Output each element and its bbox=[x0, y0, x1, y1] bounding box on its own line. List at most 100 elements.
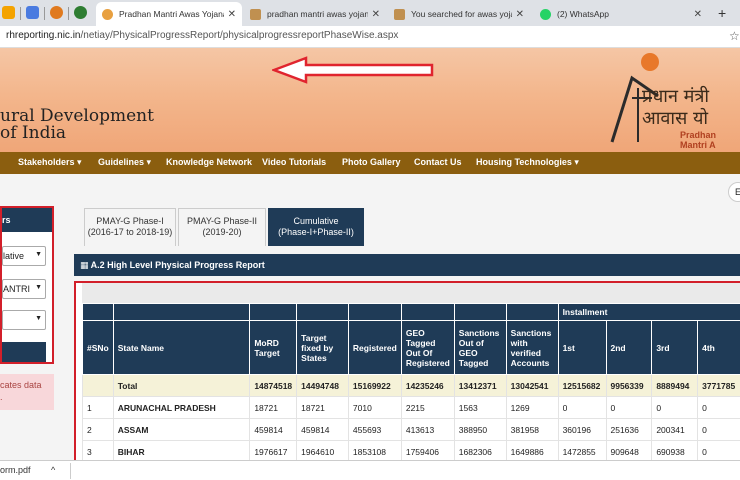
report-title-bar: ▦ A.2 High Level Physical Progress Repor… bbox=[74, 254, 740, 276]
header-mord-target: MoRD Target bbox=[249, 320, 298, 375]
cell-state: Total bbox=[112, 374, 251, 397]
cell-value: 18721 bbox=[249, 396, 298, 419]
chevron-down-icon: ▼ bbox=[35, 315, 42, 322]
cell-value: 3771785 bbox=[697, 374, 740, 397]
header-blank bbox=[112, 303, 251, 321]
header-blank bbox=[249, 303, 298, 321]
cell-value: 2215 bbox=[400, 396, 455, 419]
filter-panel: rs lative ▼ ANTRI ▼ ▼ bbox=[0, 206, 54, 364]
site-favicon-icon bbox=[394, 8, 405, 20]
tab-phase-1-line-1: PMAY-G Phase-I bbox=[96, 216, 164, 226]
cell-value: 18721 bbox=[296, 396, 349, 419]
nav-video-tutorials[interactable]: Video Tutorials bbox=[262, 157, 326, 167]
header-registered: Registered bbox=[347, 320, 402, 375]
main-nav: Stakeholders ▾ Guidelines ▾ Knowledge Ne… bbox=[0, 152, 740, 174]
cell-value: 0 bbox=[605, 396, 653, 419]
tab-search-1[interactable]: pradhan mantri awas yojana ✕ bbox=[244, 2, 386, 26]
tab-pmay[interactable]: Pradhan Mantri Awas Yojana ✕ bbox=[96, 2, 242, 26]
nav-photo-gallery[interactable]: Photo Gallery bbox=[342, 157, 401, 167]
tab-search-2[interactable]: You searched for awas yojana ✕ bbox=[388, 2, 530, 26]
phase-select[interactable]: lative ▼ bbox=[2, 246, 46, 266]
new-tab-button[interactable]: + bbox=[718, 5, 726, 21]
header-geo-tagged: GEO Tagged Out Of Registered bbox=[400, 320, 455, 375]
docs-icon[interactable] bbox=[26, 6, 39, 19]
table-scroll-header bbox=[82, 283, 740, 303]
url-text[interactable]: rhreporting.nic.in/netiay/PhysicalProgre… bbox=[6, 30, 398, 41]
address-bar[interactable]: rhreporting.nic.in/netiay/PhysicalProgre… bbox=[0, 26, 740, 48]
table-row-total: Total 14874518 14494748 15169922 1423524… bbox=[82, 374, 740, 397]
nav-contact-us[interactable]: Contact Us bbox=[414, 157, 462, 167]
header-blank bbox=[505, 303, 559, 321]
year-select[interactable]: ▼ bbox=[2, 310, 46, 330]
cell-value: 381958 bbox=[505, 418, 559, 441]
cell-value: 12515682 bbox=[557, 374, 607, 397]
submit-button[interactable] bbox=[2, 342, 46, 362]
cell-value: 13412371 bbox=[453, 374, 507, 397]
chevron-up-icon[interactable]: ^ bbox=[51, 465, 55, 475]
cell-value: 14235246 bbox=[400, 374, 455, 397]
app-icon[interactable] bbox=[2, 6, 15, 19]
tab-phase-1[interactable]: PMAY-G Phase-I (2016-17 to 2018-19) bbox=[84, 208, 176, 246]
cell-state[interactable]: ASSAM bbox=[112, 418, 251, 441]
cell-value: 13042541 bbox=[505, 374, 559, 397]
close-icon[interactable]: ✕ bbox=[516, 9, 524, 20]
nav-guidelines[interactable]: Guidelines ▾ bbox=[98, 157, 151, 168]
language-toggle[interactable]: E bbox=[728, 182, 740, 202]
cell-sno: 1 bbox=[82, 396, 114, 419]
cell-state[interactable]: ARUNACHAL PRADESH bbox=[112, 396, 251, 419]
header-installment-1st: 1st bbox=[557, 320, 607, 375]
tab-title: (2) WhatsApp bbox=[557, 9, 609, 19]
header-state-name: State Name bbox=[112, 320, 251, 375]
cell-value: 7010 bbox=[347, 396, 402, 419]
bookmark-star-icon[interactable]: ☆ bbox=[729, 29, 740, 43]
tab-whatsapp[interactable]: (2) WhatsApp ✕ bbox=[534, 2, 708, 26]
close-icon[interactable]: ✕ bbox=[694, 9, 702, 20]
logo-english-text: Pradhan Mantri A bbox=[680, 130, 717, 150]
close-icon[interactable]: ✕ bbox=[372, 9, 380, 20]
header-blank bbox=[82, 303, 114, 321]
download-filename: orm.pdf bbox=[0, 465, 31, 475]
tab-title: pradhan mantri awas yojana bbox=[267, 9, 368, 19]
info-note-line-2: . bbox=[0, 392, 3, 402]
download-bar: orm.pdf ^ bbox=[0, 460, 740, 480]
tab-phase-2[interactable]: PMAY-G Phase-II (2019-20) bbox=[178, 208, 266, 246]
emblem-icon[interactable] bbox=[50, 6, 63, 19]
tab-cumulative-line-1: Cumulative bbox=[293, 216, 339, 226]
close-icon[interactable]: ✕ bbox=[228, 9, 236, 20]
chevron-down-icon: ▼ bbox=[35, 284, 42, 291]
whatsapp-icon bbox=[540, 8, 551, 20]
site-banner: ural Development of India प्रधान मंत्री … bbox=[0, 48, 740, 152]
cell-value: 8889494 bbox=[651, 374, 699, 397]
globe-icon[interactable] bbox=[74, 6, 87, 19]
logo-hindi-line-2: आवास यो bbox=[642, 108, 709, 129]
url-host: rhreporting.nic.in bbox=[6, 30, 81, 41]
cell-value: 459814 bbox=[296, 418, 349, 441]
nav-housing-technologies[interactable]: Housing Technologies ▾ bbox=[476, 157, 579, 168]
header-installment-2nd: 2nd bbox=[605, 320, 653, 375]
cell-value: 14874518 bbox=[249, 374, 298, 397]
table-row: 2 ASSAM 459814 459814 455693 413613 3889… bbox=[82, 418, 740, 441]
divider bbox=[70, 463, 71, 479]
header-installment: Installment bbox=[557, 303, 740, 321]
cell-value: 15169922 bbox=[347, 374, 402, 397]
nav-knowledge-network[interactable]: Knowledge Network bbox=[166, 157, 252, 167]
browser-tab-strip: Pradhan Mantri Awas Yojana ✕ pradhan man… bbox=[0, 0, 740, 26]
tab-cumulative[interactable]: Cumulative (Phase-I+Phase-II) bbox=[268, 208, 364, 246]
content-area: E rs lative ▼ ANTRI ▼ ▼ cates data . PMA… bbox=[0, 174, 740, 480]
url-path: /netiay/PhysicalProgressReport/physicalp… bbox=[80, 30, 399, 41]
cell-value: 455693 bbox=[347, 418, 402, 441]
download-item[interactable]: orm.pdf ^ bbox=[0, 465, 55, 475]
cell-value: 1269 bbox=[505, 396, 559, 419]
ministry-line-2: of India bbox=[0, 123, 67, 143]
tab-cumulative-line-2: (Phase-I+Phase-II) bbox=[278, 227, 354, 237]
tab-phase-2-line-2: (2019-20) bbox=[202, 227, 242, 237]
cell-value: 9956339 bbox=[605, 374, 653, 397]
progress-table: Installment #SNo State Name MoRD Target … bbox=[82, 303, 740, 463]
tab-title: You searched for awas yojana bbox=[411, 9, 512, 19]
cell-value: 200341 bbox=[651, 418, 699, 441]
scheme-select[interactable]: ANTRI ▼ bbox=[2, 279, 46, 299]
nav-stakeholders[interactable]: Stakeholders ▾ bbox=[18, 157, 82, 168]
header-installment-3rd: 3rd bbox=[651, 320, 699, 375]
cell-value: 388950 bbox=[453, 418, 507, 441]
chevron-down-icon: ▼ bbox=[35, 251, 42, 258]
